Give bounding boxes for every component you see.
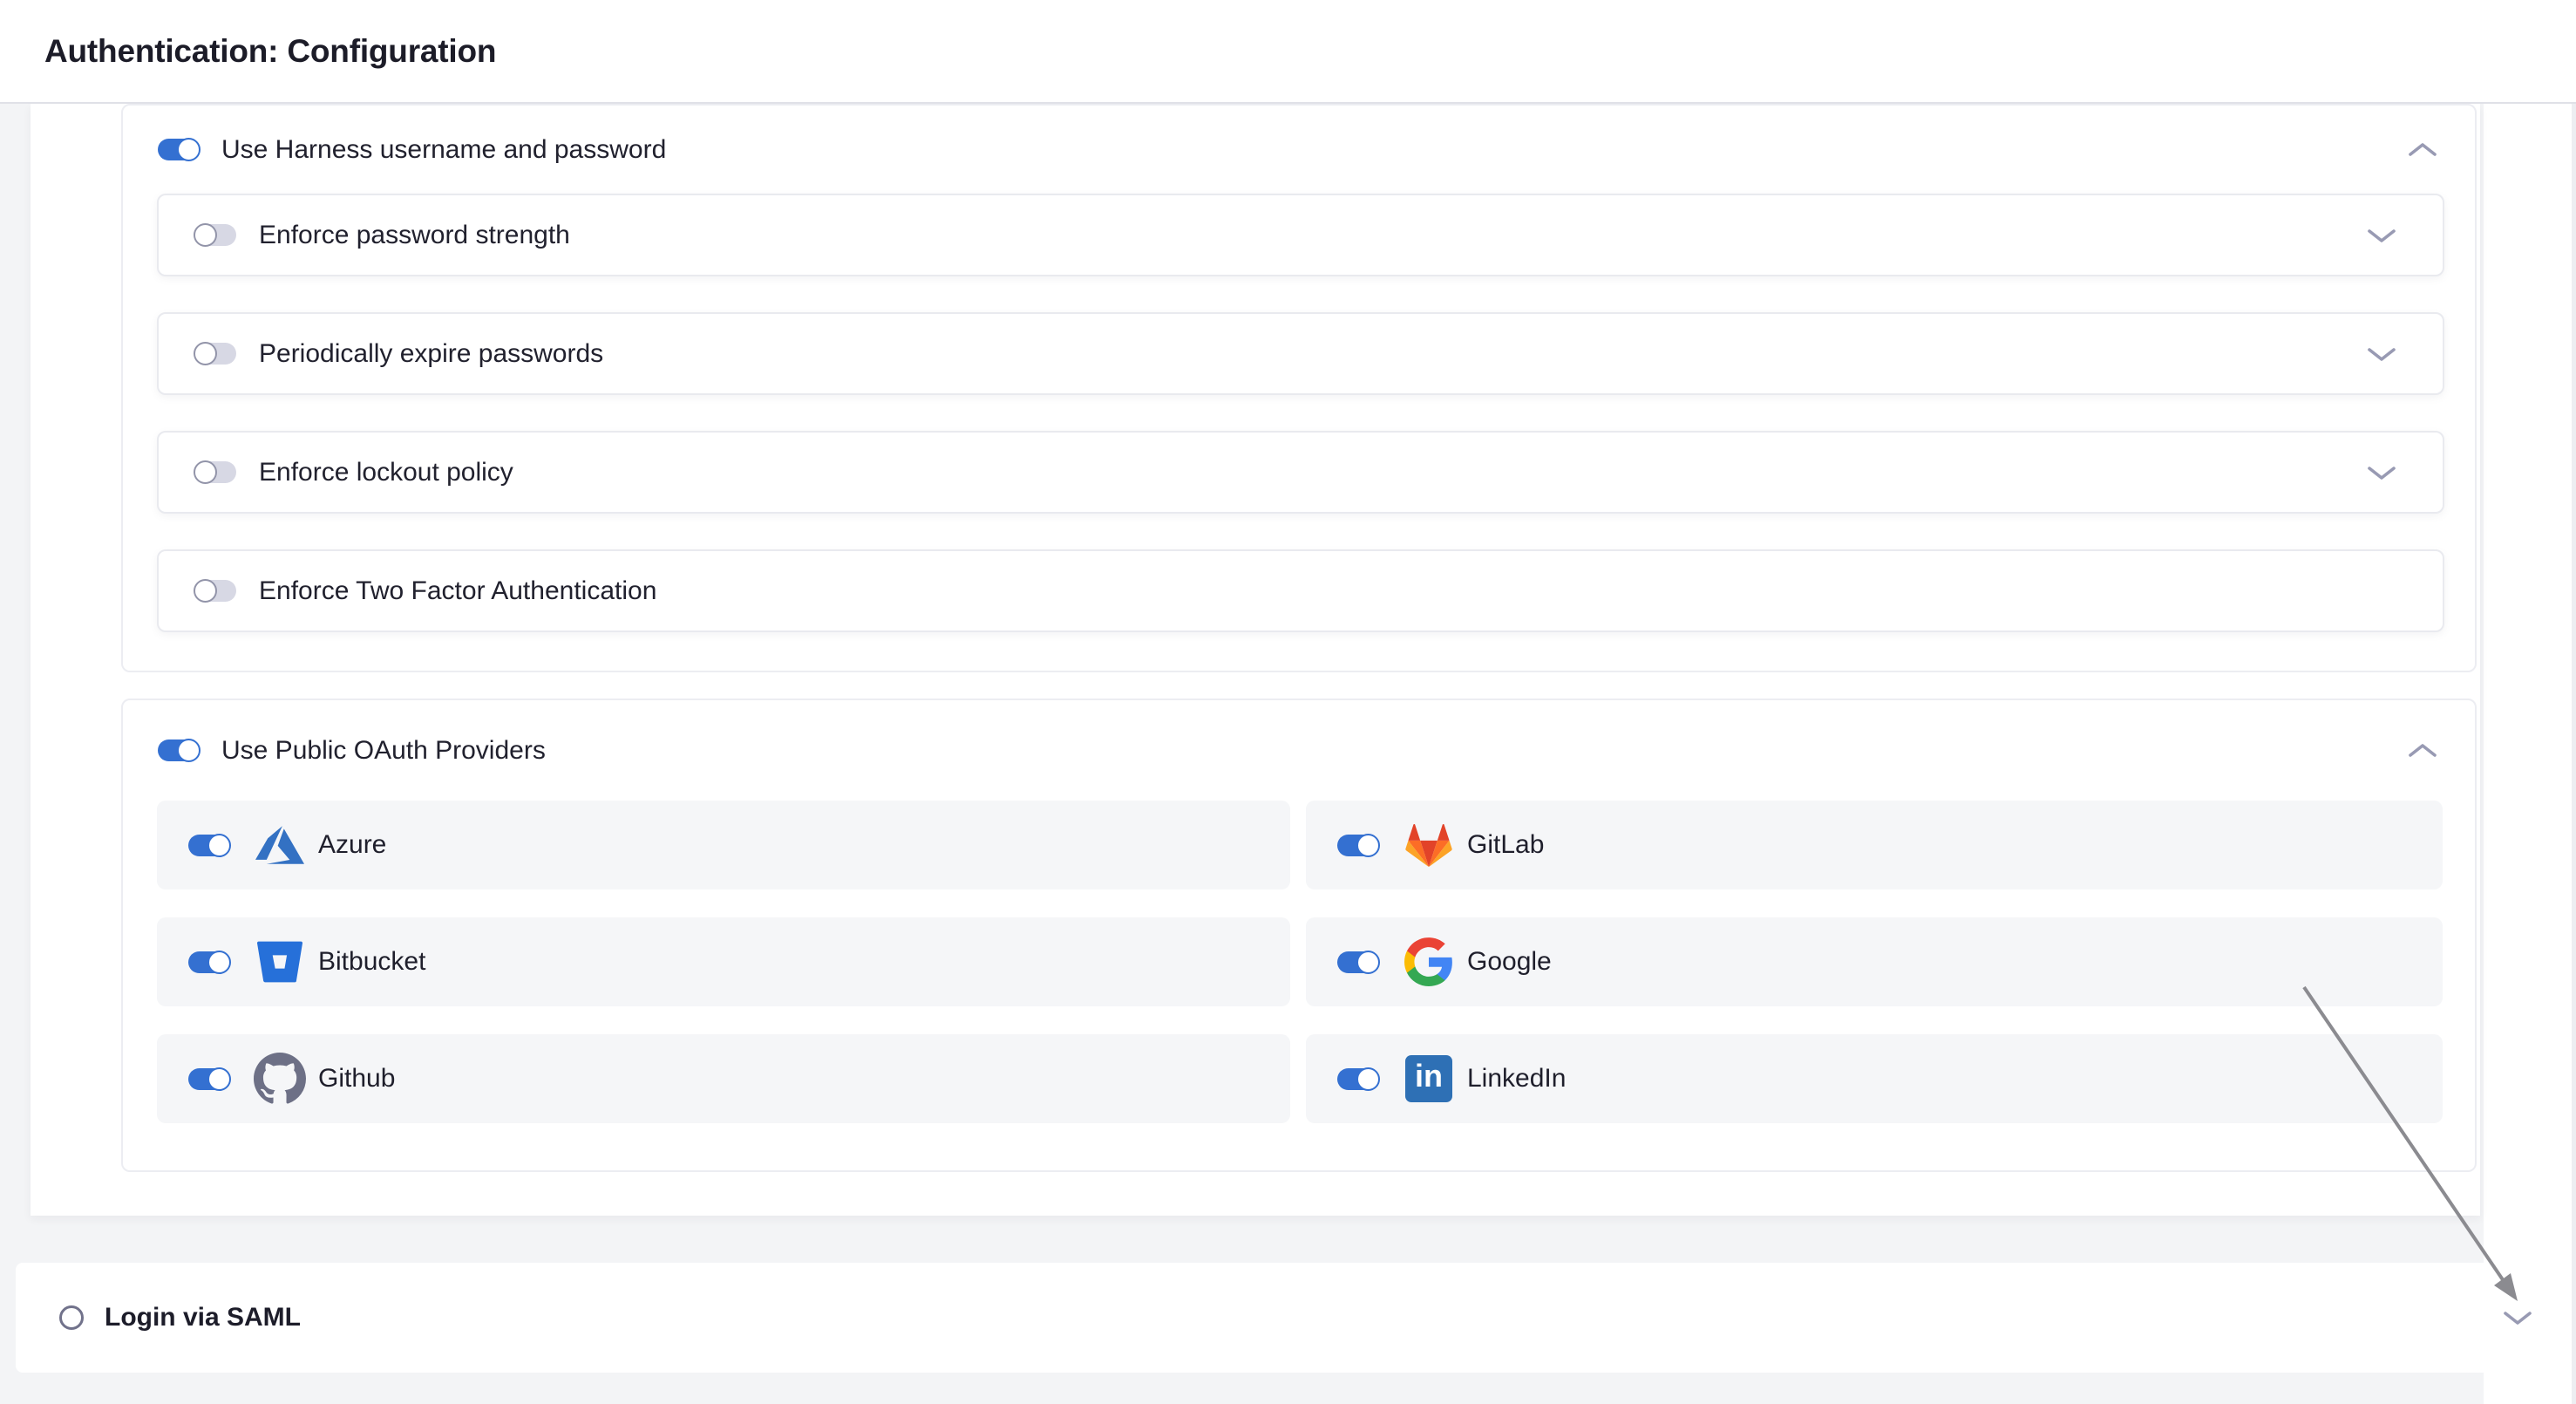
provider-label: Azure: [318, 830, 386, 860]
toggle-knob: [207, 951, 231, 974]
provider-tile-google: Google: [1306, 917, 2443, 1006]
github-icon: [252, 1051, 308, 1107]
provider-label: Google: [1467, 947, 1552, 977]
lockout-policy-row[interactable]: Enforce lockout policy: [157, 431, 2444, 514]
page-title: Authentication: Configuration: [44, 33, 496, 70]
oauth-section-label: Use Public OAuth Providers: [221, 736, 546, 766]
password-expiry-label: Periodically expire passwords: [259, 339, 603, 369]
provider-tile-azure: Azure: [157, 801, 1290, 889]
toggle-knob: [207, 1067, 231, 1091]
oauth-toggle[interactable]: [158, 739, 199, 761]
provider-label: LinkedIn: [1467, 1064, 1566, 1094]
chevron-up-icon[interactable]: [2407, 140, 2438, 160]
toggle-knob: [194, 579, 217, 603]
oauth-section-header: Use Public OAuth Providers: [123, 700, 2475, 801]
provider-tile-gitlab: GitLab: [1306, 801, 2443, 889]
right-gutter: [2484, 104, 2572, 1404]
toggle-knob: [1356, 1067, 1380, 1091]
toggle-knob: [194, 460, 217, 484]
toggle-knob: [177, 739, 201, 762]
toggle-knob: [194, 223, 217, 247]
two-factor-row[interactable]: Enforce Two Factor Authentication: [157, 549, 2444, 632]
linkedin-icon: in: [1401, 1051, 1457, 1107]
azure-toggle[interactable]: [188, 835, 229, 856]
provider-tile-github: Github: [157, 1034, 1290, 1123]
azure-icon: [252, 817, 308, 873]
lockout-policy-toggle[interactable]: [195, 461, 236, 483]
harness-login-section: Use Harness username and password Enforc…: [121, 104, 2477, 672]
google-toggle[interactable]: [1337, 951, 1378, 973]
bitbucket-toggle[interactable]: [188, 951, 229, 973]
provider-tile-linkedin: in LinkedIn: [1306, 1034, 2443, 1123]
password-strength-toggle[interactable]: [195, 224, 236, 246]
harness-section-header: Use Harness username and password: [123, 106, 2475, 194]
password-expiry-row[interactable]: Periodically expire passwords: [157, 312, 2444, 395]
harness-section-label: Use Harness username and password: [221, 135, 666, 165]
chevron-down-icon[interactable]: [2502, 1308, 2533, 1327]
page-header: Authentication: Configuration: [0, 0, 2576, 104]
lockout-policy-label: Enforce lockout policy: [259, 458, 513, 487]
bitbucket-icon: [252, 934, 308, 990]
saml-login-card[interactable]: Login via SAML: [16, 1263, 2572, 1373]
toggle-knob: [207, 834, 231, 857]
linkedin-badge: in: [1405, 1055, 1452, 1102]
provider-tile-bitbucket: Bitbucket: [157, 917, 1290, 1006]
chevron-up-icon[interactable]: [2407, 741, 2438, 760]
google-icon: [1401, 934, 1457, 990]
linkedin-toggle[interactable]: [1337, 1068, 1378, 1090]
toggle-knob: [177, 138, 201, 161]
chevron-down-icon[interactable]: [2366, 226, 2397, 245]
two-factor-toggle[interactable]: [195, 580, 236, 602]
github-toggle[interactable]: [188, 1068, 229, 1090]
gitlab-icon: [1401, 817, 1457, 873]
chevron-down-icon[interactable]: [2366, 463, 2397, 482]
right-edge-divider: [2572, 104, 2576, 1404]
two-factor-label: Enforce Two Factor Authentication: [259, 576, 656, 606]
harness-login-toggle[interactable]: [158, 139, 199, 160]
provider-label: Github: [318, 1064, 395, 1094]
toggle-knob: [194, 342, 217, 365]
saml-login-label: Login via SAML: [105, 1303, 301, 1332]
gitlab-toggle[interactable]: [1337, 835, 1378, 856]
auth-settings-panel: Use Harness username and password Enforc…: [31, 104, 2480, 1216]
toggle-knob: [1356, 834, 1380, 857]
password-expiry-toggle[interactable]: [195, 343, 236, 365]
password-strength-label: Enforce password strength: [259, 221, 570, 250]
provider-label: GitLab: [1467, 830, 1544, 860]
chevron-down-icon[interactable]: [2366, 344, 2397, 364]
oauth-providers-section: Use Public OAuth Providers Azure Bit: [121, 699, 2477, 1172]
password-strength-row[interactable]: Enforce password strength: [157, 194, 2444, 276]
saml-radio-button[interactable]: [59, 1305, 84, 1330]
toggle-knob: [1356, 951, 1380, 974]
provider-label: Bitbucket: [318, 947, 425, 977]
